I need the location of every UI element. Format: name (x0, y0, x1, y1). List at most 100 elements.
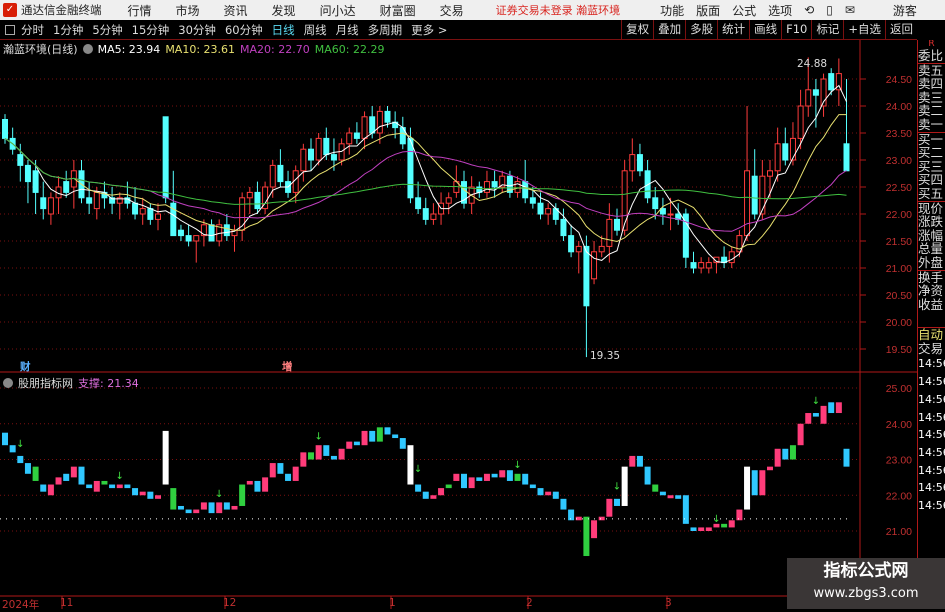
quote-row[interactable]: 总量 (918, 242, 945, 256)
quote-row[interactable]: 买五 (918, 187, 945, 201)
trade-time[interactable]: 14:56 (918, 426, 945, 444)
indicator-bar (667, 495, 674, 499)
quote-row[interactable]: 卖五 (918, 62, 945, 78)
x-year-label: 2024年 (2, 599, 40, 611)
arrow-down-icon: ↓ (215, 489, 223, 500)
arrow-down-icon: ↓ (116, 471, 124, 482)
indicator-bar (690, 527, 697, 531)
indicator-bar (415, 484, 422, 492)
quote-row[interactable]: 换手 (918, 269, 945, 285)
y-tick-label: 23.00 (886, 155, 912, 167)
candle-down (614, 218, 620, 231)
quote-row[interactable]: 卖四 (918, 77, 945, 91)
indicator-bar (109, 484, 116, 489)
indicator-bar (812, 413, 819, 417)
indicator-bar (246, 480, 253, 485)
indicator-bar (17, 455, 24, 464)
quote-row[interactable]: 买三 (918, 160, 945, 174)
indicator-bar (63, 473, 70, 481)
candle-down (254, 191, 261, 210)
quote-panel: R 委比 卖五 卖四 卖三 卖二 卖一 买一 买二 买三 买四 买五 现价 涨跌 涨幅 总量 外盘 换手 净资 收益… (917, 40, 945, 609)
chart-canvas[interactable]: 24.50 24.00 23.50 23.00 22.50 22.00 21.50 21.00… (0, 0, 917, 609)
quote-row[interactable]: 卖一 (918, 118, 945, 132)
indicator-bar (338, 448, 345, 460)
indicator-bar (116, 484, 123, 489)
candle-down (323, 137, 330, 156)
indicator-bar (346, 441, 353, 449)
candle-up (545, 208, 552, 215)
trade-time[interactable]: 14:56 (918, 409, 945, 427)
indicator-bar (499, 470, 506, 478)
candle-up (744, 170, 751, 237)
candle-down (529, 197, 536, 204)
quote-row[interactable]: 卖二 (918, 104, 945, 118)
finance-marker[interactable]: 财 (20, 359, 31, 374)
quote-row[interactable]: 现价 (918, 200, 945, 216)
indicator-bar (782, 448, 789, 460)
trade-time[interactable]: 14:56 (918, 444, 945, 462)
indicator-bar (132, 488, 139, 496)
candle-up (629, 154, 636, 172)
indicator-bar (55, 477, 62, 485)
trade-time[interactable]: 14:56 (918, 391, 945, 409)
candle-up (606, 218, 613, 247)
candle-down (132, 202, 139, 215)
indicator-bar (407, 445, 414, 485)
quote-row[interactable]: 涨跌 (918, 215, 945, 229)
indicator-bar (591, 520, 598, 539)
auto-trade-label[interactable]: 自动 (918, 327, 945, 342)
indicator-bar (170, 488, 177, 510)
y-tick-label: 22.50 (886, 182, 912, 194)
candle-down (32, 170, 39, 193)
candle-down (812, 89, 819, 96)
trade-label[interactable]: 交易 (918, 342, 945, 356)
indicator-bar (361, 430, 368, 446)
indicator-bar (285, 473, 292, 481)
indicator-bar (606, 498, 613, 517)
y-tick-label: 21.00 (886, 526, 912, 538)
candle-down (690, 262, 697, 269)
quote-row[interactable]: 买二 (918, 146, 945, 160)
quote-row[interactable]: 卖三 (918, 91, 945, 105)
indicator-bar (239, 484, 246, 506)
quote-row[interactable]: 净资 (918, 284, 945, 298)
y-tick-label: 22.00 (886, 209, 912, 221)
candle-down (277, 164, 284, 183)
quote-row[interactable]: 买一 (918, 131, 945, 147)
indicator-bar (269, 463, 276, 478)
quote-row[interactable]: 涨幅 (918, 229, 945, 243)
increase-marker[interactable]: 增 (282, 359, 293, 374)
indicator-bar (522, 473, 529, 485)
trade-time[interactable]: 14:56 (918, 373, 945, 391)
indicator-bar (399, 438, 406, 449)
candle-up (767, 170, 773, 177)
indicator-bar (155, 495, 161, 499)
indicator-bar (422, 491, 429, 499)
arrow-down-icon: ↓ (812, 396, 820, 407)
trade-time[interactable]: 14:56 (918, 355, 945, 373)
trade-time[interactable]: 14:56 (918, 479, 945, 497)
ma5-line (4, 84, 847, 264)
quote-row[interactable]: 收益 (918, 298, 945, 312)
indicator-bar (139, 491, 146, 496)
indicator-bar (93, 480, 100, 492)
quote-row[interactable]: 委比 (918, 49, 945, 63)
indicator-menu-icon[interactable] (3, 378, 13, 388)
quote-row[interactable]: 买四 (918, 173, 945, 187)
indicator-bar (652, 484, 659, 492)
indicator-bar (698, 527, 705, 531)
candle-down (63, 181, 70, 193)
indicator-bar (40, 484, 47, 492)
watermark: 指标公式网 www.zbgs3.com (787, 558, 945, 609)
ma10-value: MA10: 23.61 (165, 42, 236, 56)
trade-time[interactable]: 14:56 (918, 497, 945, 515)
candle-down (491, 181, 498, 188)
ma5-value: MA5: 23.94 (97, 42, 161, 56)
quote-row[interactable]: 外盘 (918, 256, 945, 270)
candle-down (2, 119, 8, 139)
x-month-label: 1 (389, 597, 396, 609)
trade-time[interactable]: 14:56 (918, 462, 945, 480)
indicator-menu-icon[interactable] (82, 44, 93, 54)
candle-down (568, 235, 575, 253)
candle-down (369, 116, 376, 134)
